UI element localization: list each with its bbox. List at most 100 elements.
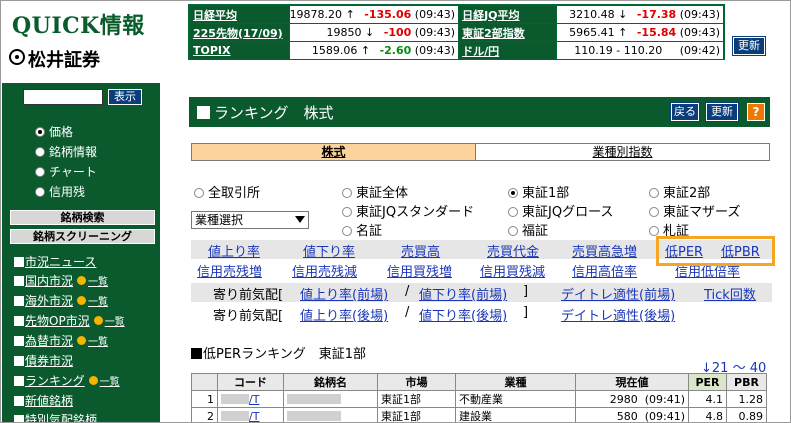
col-pbr: PBR	[726, 373, 767, 391]
separator-text: /	[405, 284, 410, 299]
sort-link[interactable]: 信用売残減	[292, 261, 357, 280]
sidebar-item-market-news[interactable]: 市況ニュース	[14, 253, 96, 270]
radio-icon	[342, 207, 352, 217]
market-option-jq-growth[interactable]: 東証JQグロース	[508, 201, 613, 220]
industry-cell: 不動産業	[455, 390, 576, 408]
pbr-cell: 0.89	[726, 407, 767, 422]
ticker-value: 19878.20 ↑ -135.06 (09:43)	[288, 5, 460, 24]
ticker-name[interactable]: 東証2部指数	[458, 23, 557, 42]
sidebar-item-new-highs[interactable]: 新値銘柄	[14, 392, 73, 409]
sort-link[interactable]: 売買高急増	[572, 241, 637, 260]
sort-link[interactable]: 信用売残増	[197, 261, 262, 280]
sort-link[interactable]: 値下り率(後場)	[419, 305, 507, 324]
market-option-nagoya[interactable]: 名証	[342, 220, 382, 239]
ticker-refresh-button[interactable]: 更新	[732, 36, 766, 56]
industry-select[interactable]: 業種選択	[191, 211, 309, 229]
ticker-name[interactable]: TOPIX	[189, 41, 290, 60]
sort-link[interactable]: デイトレ適性(後場)	[561, 305, 675, 324]
col-name: 銘柄名	[283, 373, 378, 391]
chevron-down-icon	[295, 216, 305, 223]
pre-open-label: 寄り前気配[	[213, 288, 284, 303]
ticker-name[interactable]: 日経平均	[189, 5, 290, 24]
sidebar-item-special-quotes[interactable]: 特別気配銘柄	[14, 411, 97, 422]
ticker-name[interactable]: ドル/円	[458, 41, 557, 60]
col-code: コード	[217, 373, 284, 391]
market-option-fukuoka[interactable]: 福証	[508, 220, 548, 239]
tab-stocks[interactable]: 株式	[191, 143, 476, 161]
sort-link[interactable]: Tick回数	[704, 284, 756, 303]
sort-link[interactable]: 値上り率(後場)	[300, 305, 388, 324]
code-search-input[interactable]	[23, 89, 103, 105]
market-option-tse-all[interactable]: 東証全体	[342, 182, 408, 201]
per-cell: 4.1	[688, 390, 727, 408]
market-option-jq-standard[interactable]: 東証JQスタンダード	[342, 201, 474, 220]
sort-link[interactable]: 値下り率(前場)	[419, 284, 507, 303]
stock-search-button[interactable]: 銘柄検索	[10, 210, 155, 225]
radio-icon	[649, 188, 659, 198]
list-icon	[77, 296, 87, 305]
radio-price[interactable]: 価格	[35, 123, 73, 140]
sort-link[interactable]: 売買代金	[487, 241, 539, 260]
sidebar-item-futures[interactable]: 先物OP市況 一覧	[14, 312, 125, 329]
page-title: ランキング 株式	[197, 102, 334, 123]
separator-text: /	[405, 305, 410, 320]
ranking-title: 低PERランキング 東証1部	[191, 343, 366, 362]
quick-logo-text: QUICK情報	[12, 13, 145, 39]
help-icon[interactable]: ?	[747, 103, 765, 121]
radio-icon	[508, 188, 518, 198]
refresh-button[interactable]: 更新	[705, 102, 739, 122]
market-option-all[interactable]: 全取引所	[194, 182, 260, 201]
price-cell: 2980 (09:41)	[575, 390, 689, 408]
list-icon	[88, 376, 98, 385]
market-option-tse2[interactable]: 東証2部	[649, 182, 710, 201]
market-option-mothers[interactable]: 東証マザーズ	[649, 201, 740, 220]
market-option-tse1[interactable]: 東証1部	[508, 182, 569, 201]
search-display-button[interactable]: 表示	[108, 89, 142, 105]
radio-icon	[508, 226, 518, 236]
stock-screening-button[interactable]: 銘柄スクリーニング	[10, 229, 155, 244]
per-cell: 4.8	[688, 407, 727, 422]
sidebar-item-fx[interactable]: 為替市況 一覧	[14, 332, 108, 349]
sort-link[interactable]: 売買高	[401, 241, 440, 260]
sort-row: 寄り前気配[ 値上り率(前場) / 値下り率(前場) ] デイトレ適性(前場) …	[191, 283, 772, 303]
ticker-value: 5965.41 ↑ -15.84 (09:43)	[555, 23, 725, 42]
matsui-mark-icon	[9, 49, 25, 65]
ticker-value: 19850 ↓ -100 (09:43)	[288, 23, 460, 42]
radio-margin[interactable]: 信用残	[35, 183, 85, 200]
ticker-name[interactable]: 225先物(17/09)	[189, 23, 290, 42]
radio-chart[interactable]: チャート	[35, 163, 97, 180]
sort-link[interactable]: 値上り率	[208, 241, 260, 260]
ticker-name[interactable]: 日経JQ平均	[458, 5, 557, 24]
ranking-header: ランキング 株式 戻る 更新 ?	[189, 97, 770, 127]
sort-link[interactable]: 値上り率(前場)	[300, 284, 388, 303]
sort-row: 寄り前気配[ 値上り率(後場) / 値下り率(後場) ] デイトレ適性(後場)	[191, 304, 772, 324]
code-cell[interactable]: /T	[217, 390, 284, 408]
radio-icon	[342, 188, 352, 198]
sort-link[interactable]: 信用買残減	[480, 261, 545, 280]
name-cell[interactable]	[283, 407, 378, 422]
sidebar-item-ranking[interactable]: ランキング 一覧	[14, 372, 120, 389]
market-cell: 東証1部	[377, 407, 456, 422]
sidebar-item-domestic[interactable]: 国内市況 一覧	[14, 272, 108, 289]
back-button[interactable]: 戻る	[670, 102, 700, 122]
sort-link[interactable]: 信用高倍率	[572, 261, 637, 280]
sort-link[interactable]: 信用買残増	[387, 261, 452, 280]
code-cell[interactable]: /T	[217, 407, 284, 422]
rank-cell: 2	[191, 407, 218, 422]
sort-link[interactable]: デイトレ適性(前場)	[561, 284, 675, 303]
table-row: 2 /T 東証1部 建設業 580 (09:41) 4.8 0.89	[191, 407, 767, 422]
logo: QUICK情報 松井証券	[2, 2, 180, 82]
pbr-cell: 1.28	[726, 390, 767, 408]
ticker-value: 1589.06 ↑ -2.60 (09:43)	[288, 41, 460, 60]
sort-link[interactable]: 値下り率	[303, 241, 355, 260]
tab-industry-index[interactable]: 業種別指数	[475, 143, 770, 161]
pre-open-label: 寄り前気配[	[213, 309, 284, 324]
sidebar: 表示 価格 銘柄情報 チャート 信用残 銘柄検索 銘柄スクリーニング 市況ニュー…	[2, 83, 160, 422]
sidebar-item-bonds[interactable]: 債券市況	[14, 352, 73, 369]
table-header-row: コード 銘柄名 市場 業種 現在値 PER PBR	[191, 373, 767, 391]
name-cell[interactable]	[283, 390, 378, 408]
radio-stock-info[interactable]: 銘柄情報	[35, 143, 97, 160]
radio-icon	[35, 167, 45, 177]
sidebar-item-overseas[interactable]: 海外市況 一覧	[14, 292, 108, 309]
radio-icon	[649, 207, 659, 217]
